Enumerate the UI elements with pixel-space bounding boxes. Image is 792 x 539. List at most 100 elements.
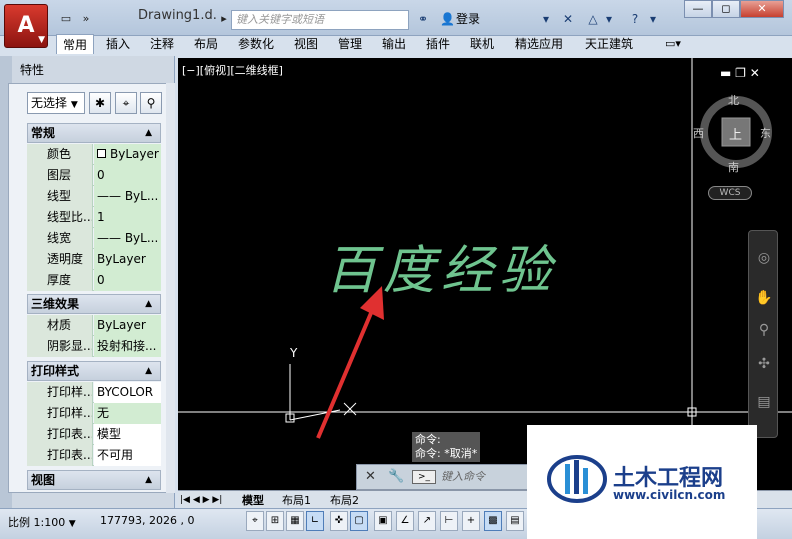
pan-hand-icon[interactable]: ✋ xyxy=(753,287,775,309)
layout-tab-layout1[interactable]: 布局1 xyxy=(282,493,311,508)
steering-wheel-icon[interactable]: ◎ xyxy=(753,247,775,269)
property-row[interactable]: 打印样... 无 xyxy=(27,403,161,424)
palette-scrollbar[interactable] xyxy=(166,83,175,493)
tab-plugins[interactable]: 插件 xyxy=(420,34,456,54)
wrench-icon[interactable]: 🔧 xyxy=(388,469,404,484)
color-value: ByLayer xyxy=(110,147,159,161)
connect-dropdown-icon[interactable]: ▾ xyxy=(604,10,614,28)
search-input[interactable]: 键入关键字或短语 xyxy=(231,10,409,30)
property-value[interactable]: ByLayer xyxy=(94,315,161,336)
tab-output[interactable]: 输出 xyxy=(376,34,412,54)
login-dropdown-icon[interactable]: ▾ xyxy=(540,10,552,28)
section-view[interactable]: 视图 ▲ xyxy=(27,470,161,490)
close-icon[interactable]: ✕ xyxy=(365,469,376,484)
layout-tab-model[interactable]: 模型 xyxy=(242,493,264,508)
coordinates-readout[interactable]: 177793, 2026 , 0 xyxy=(100,514,194,527)
3d-object-snap-icon[interactable]: ▣ xyxy=(374,511,392,531)
qat-more-icon[interactable]: » xyxy=(78,10,94,28)
ortho-mode-icon[interactable]: ∟ xyxy=(306,511,324,531)
property-row[interactable]: 打印表... 模型 xyxy=(27,424,161,445)
tab-layout[interactable]: 布局 xyxy=(188,34,224,54)
property-name: 线宽 xyxy=(27,228,93,249)
transparency-icon[interactable]: ▩ xyxy=(484,511,502,531)
property-row[interactable]: 打印表... 不可用 xyxy=(27,445,161,466)
tab-manage[interactable]: 管理 xyxy=(332,34,368,54)
property-value[interactable]: 无 xyxy=(94,403,161,424)
property-value[interactable]: 不可用 xyxy=(94,445,161,466)
watermark-url: www.civilcn.com xyxy=(613,488,726,502)
section-general[interactable]: 常规 ▲ xyxy=(27,123,161,143)
property-value[interactable]: 0 xyxy=(94,165,161,186)
dynamic-ucs-icon[interactable]: ↗ xyxy=(418,511,436,531)
tab-annotate[interactable]: 注释 xyxy=(144,34,180,54)
tab-tangent[interactable]: 天正建筑 xyxy=(578,34,640,54)
property-value[interactable]: BYCOLOR xyxy=(94,382,161,403)
section-3d-effects[interactable]: 三维效果 ▲ xyxy=(27,294,161,314)
property-row[interactable]: 图层 0 xyxy=(27,165,161,186)
exchange-icon[interactable]: ✕ xyxy=(558,10,578,28)
command-prompt-icon[interactable]: >_ xyxy=(412,470,436,484)
infer-constraints-icon[interactable]: ⌖ xyxy=(246,511,264,531)
dynamic-input-icon[interactable]: ⊢ xyxy=(440,511,458,531)
title-arrow-icon[interactable]: ▸ xyxy=(218,10,230,28)
tab-view[interactable]: 视图 xyxy=(288,34,324,54)
showmotion-icon[interactable]: ▤ xyxy=(753,391,775,413)
property-row[interactable]: 透明度 ByLayer xyxy=(27,249,161,270)
property-row[interactable]: 厚度 0 xyxy=(27,270,161,291)
minimize-button[interactable]: — xyxy=(684,0,712,18)
property-row[interactable]: 阴影显... 投射和接... xyxy=(27,336,161,357)
grid-display-icon[interactable]: ▦ xyxy=(286,511,304,531)
property-value[interactable]: ByLayer xyxy=(94,249,161,270)
section-view-label: 视图 xyxy=(31,473,56,487)
layout-tab-navigation-icon[interactable]: |◀ ◀ ▶ ▶| xyxy=(180,493,236,508)
toggle-pickadd-icon[interactable]: ✱ xyxy=(89,92,111,114)
selection-dropdown[interactable]: 无选择 ▼ xyxy=(27,92,85,114)
tab-online[interactable]: 联机 xyxy=(464,34,500,54)
tab-featured-apps[interactable]: 精选应用 xyxy=(508,34,570,54)
close-button[interactable]: ✕ xyxy=(740,0,784,18)
annotation-scale[interactable]: 比例 1:100 ▼ xyxy=(8,514,76,530)
zoom-icon[interactable]: ⚲ xyxy=(753,319,775,341)
tab-home[interactable]: 常用 xyxy=(56,34,94,54)
tab-insert[interactable]: 插入 xyxy=(100,34,136,54)
property-value[interactable]: ByLayer xyxy=(94,144,161,165)
select-objects-icon[interactable]: ⌖ xyxy=(115,92,137,114)
wcs-menu-button[interactable]: WCS xyxy=(708,186,752,200)
property-row[interactable]: 线型比... 1 xyxy=(27,207,161,228)
quick-properties-icon[interactable]: ▤ xyxy=(506,511,524,531)
property-value[interactable]: 0 xyxy=(94,270,161,291)
application-menu-button[interactable]: A ▼ xyxy=(4,4,48,48)
object-snap-tracking-icon[interactable]: ∠ xyxy=(396,511,414,531)
autodesk-connect-icon[interactable]: △ xyxy=(584,10,602,28)
property-value[interactable]: —— ByL... xyxy=(94,186,161,207)
login-button[interactable]: 登录 xyxy=(456,11,480,27)
section-plot-style[interactable]: 打印样式 ▲ xyxy=(27,361,161,381)
property-name: 透明度 xyxy=(27,249,93,270)
property-row[interactable]: 打印样... BYCOLOR xyxy=(27,382,161,403)
quick-select-icon[interactable]: ⚲ xyxy=(140,92,162,114)
lineweight-icon[interactable]: + xyxy=(462,511,480,531)
layout-tab-layout2[interactable]: 布局2 xyxy=(330,493,359,508)
tab-parametric[interactable]: 参数化 xyxy=(232,34,280,54)
property-row[interactable]: 材质 ByLayer xyxy=(27,315,161,336)
canvas-text[interactable]: 百度经验 xyxy=(325,228,557,303)
property-value[interactable]: —— ByL... xyxy=(94,228,161,249)
property-row[interactable]: 颜色 ByLayer xyxy=(27,144,161,165)
maximize-button[interactable]: ◻ xyxy=(712,0,740,18)
property-value[interactable]: 模型 xyxy=(94,424,161,445)
new-file-icon[interactable]: ▭ xyxy=(56,10,76,28)
command-input[interactable]: 键入命令 xyxy=(441,468,527,486)
object-snap-icon[interactable]: ▢ xyxy=(350,511,368,531)
polar-tracking-icon[interactable]: ✜ xyxy=(330,511,348,531)
snap-mode-icon[interactable]: ⊞ xyxy=(266,511,284,531)
help-dropdown-icon[interactable]: ▾ xyxy=(648,10,658,28)
property-row[interactable]: 线型 —— ByL... xyxy=(27,186,161,207)
binoculars-icon[interactable]: ⚭ xyxy=(413,10,433,28)
property-value[interactable]: 1 xyxy=(94,207,161,228)
section-plot-style-label: 打印样式 xyxy=(31,364,80,378)
property-value[interactable]: 投射和接... xyxy=(94,336,161,357)
help-icon[interactable]: ? xyxy=(626,10,644,28)
ribbon-minimize-icon[interactable]: ▭▾ xyxy=(658,34,688,54)
orbit-icon[interactable]: ✣ xyxy=(753,353,775,375)
property-row[interactable]: 线宽 —— ByL... xyxy=(27,228,161,249)
